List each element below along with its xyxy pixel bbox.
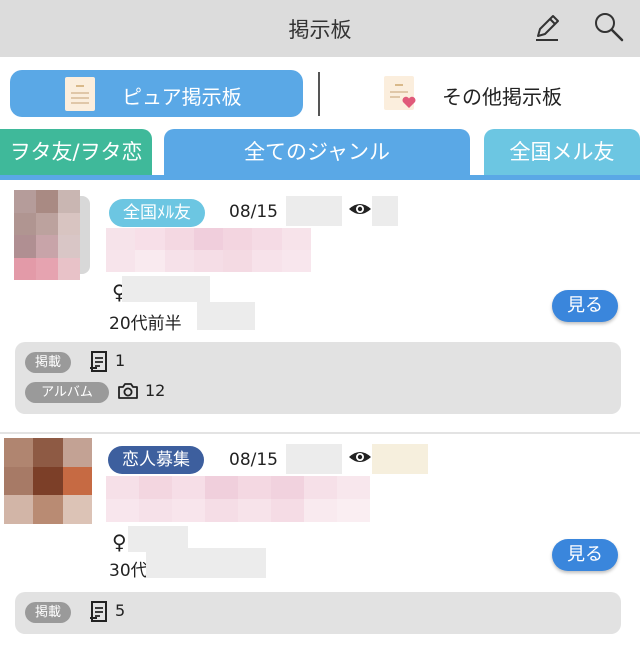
eye-icon [348, 447, 372, 471]
category-badge: 恋人募集 [108, 446, 204, 474]
app-header: 掲示板 [0, 0, 640, 57]
avatar[interactable] [14, 190, 80, 280]
listing-count: 1 [115, 351, 126, 370]
listing-tag: 掲載 [25, 352, 71, 373]
camera-icon [117, 380, 139, 406]
category-badge: 全国ﾒﾙ友 [109, 199, 205, 227]
document-icon [89, 600, 109, 628]
tab-mail-friend[interactable]: 全国メル友 [484, 129, 640, 175]
other-board-label: その他掲示板 [442, 85, 562, 109]
username-mosaic [286, 196, 342, 226]
post-stats: 掲載 1 アルバム 12 [15, 342, 621, 414]
age-range: 20代前半 [109, 314, 182, 334]
post-date: 08/15 [229, 202, 278, 222]
area-mosaic [197, 302, 255, 330]
document-icon [89, 350, 109, 378]
age-range: 30代 [109, 561, 148, 581]
post-card[interactable]: 全国ﾒﾙ友 08/15 ♀ 20代前半 見る 掲載 1 アルバム 12 [0, 186, 640, 432]
message-mosaic [106, 476, 370, 522]
listing-tag: 掲載 [25, 602, 71, 623]
message-mosaic [106, 228, 311, 272]
post-date: 08/15 [229, 450, 278, 470]
tab-underline [0, 175, 640, 180]
album-tag: アルバム [25, 382, 109, 403]
bulletin-icon [65, 77, 95, 111]
other-board-button[interactable]: その他掲示板 [380, 70, 630, 117]
bulletin-heart-icon [384, 76, 416, 110]
view-button[interactable]: 見る [552, 290, 618, 322]
view-count-mosaic [372, 196, 398, 226]
post-card[interactable]: 恋人募集 08/15 ♀ 30代 見る 掲載 5 [0, 436, 640, 650]
album-count: 12 [145, 381, 166, 400]
pure-board-label: ピュア掲示板 [122, 85, 242, 109]
search-icon[interactable] [592, 10, 626, 44]
board-switch: ピュア掲示板 その他掲示板 [0, 68, 640, 120]
divider [318, 72, 320, 116]
post-stats: 掲載 5 [15, 592, 621, 634]
view-count-mosaic [372, 444, 428, 474]
gender-symbol: ♀ [112, 530, 127, 554]
tab-all-genres[interactable]: 全てのジャンル [164, 129, 470, 175]
location-mosaic [122, 276, 210, 302]
listing-count: 5 [115, 601, 126, 620]
area-mosaic [146, 548, 266, 578]
tab-otaku[interactable]: ヲタ友/ヲタ恋 [0, 129, 152, 175]
post-divider [0, 432, 640, 434]
view-button[interactable]: 見る [552, 539, 618, 571]
avatar[interactable] [4, 438, 92, 524]
pure-board-button[interactable]: ピュア掲示板 [10, 70, 303, 117]
genre-tabs: ヲタ友/ヲタ恋 全てのジャンル 全国メル友 [0, 129, 640, 179]
pencil-icon[interactable] [530, 10, 564, 44]
eye-icon [348, 199, 372, 223]
username-mosaic [286, 444, 342, 474]
